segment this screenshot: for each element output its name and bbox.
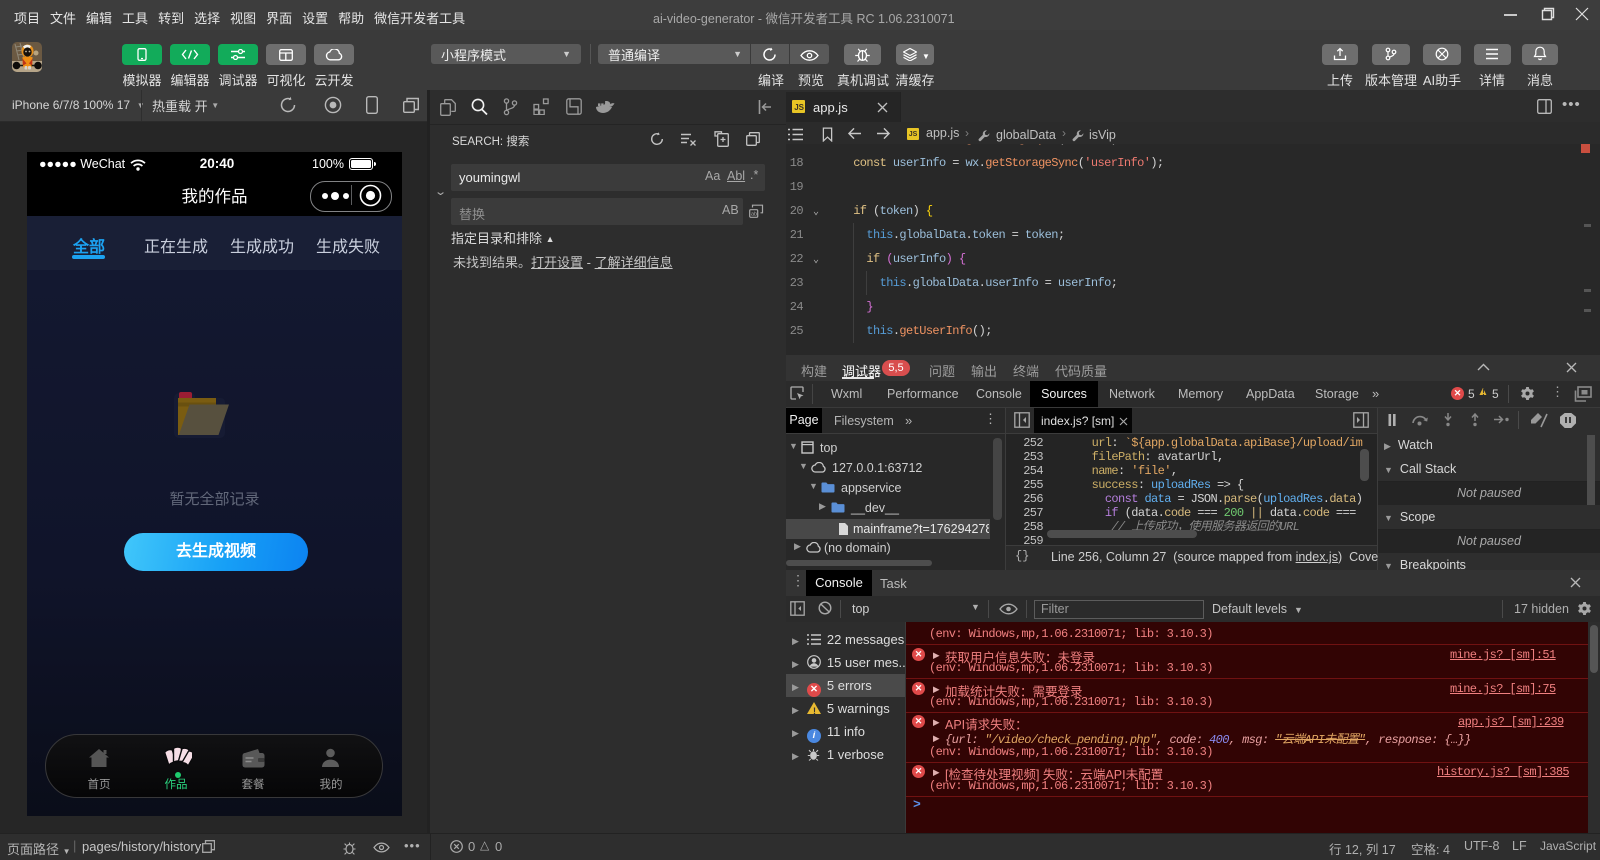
svg-text:ab: ab	[751, 212, 757, 218]
